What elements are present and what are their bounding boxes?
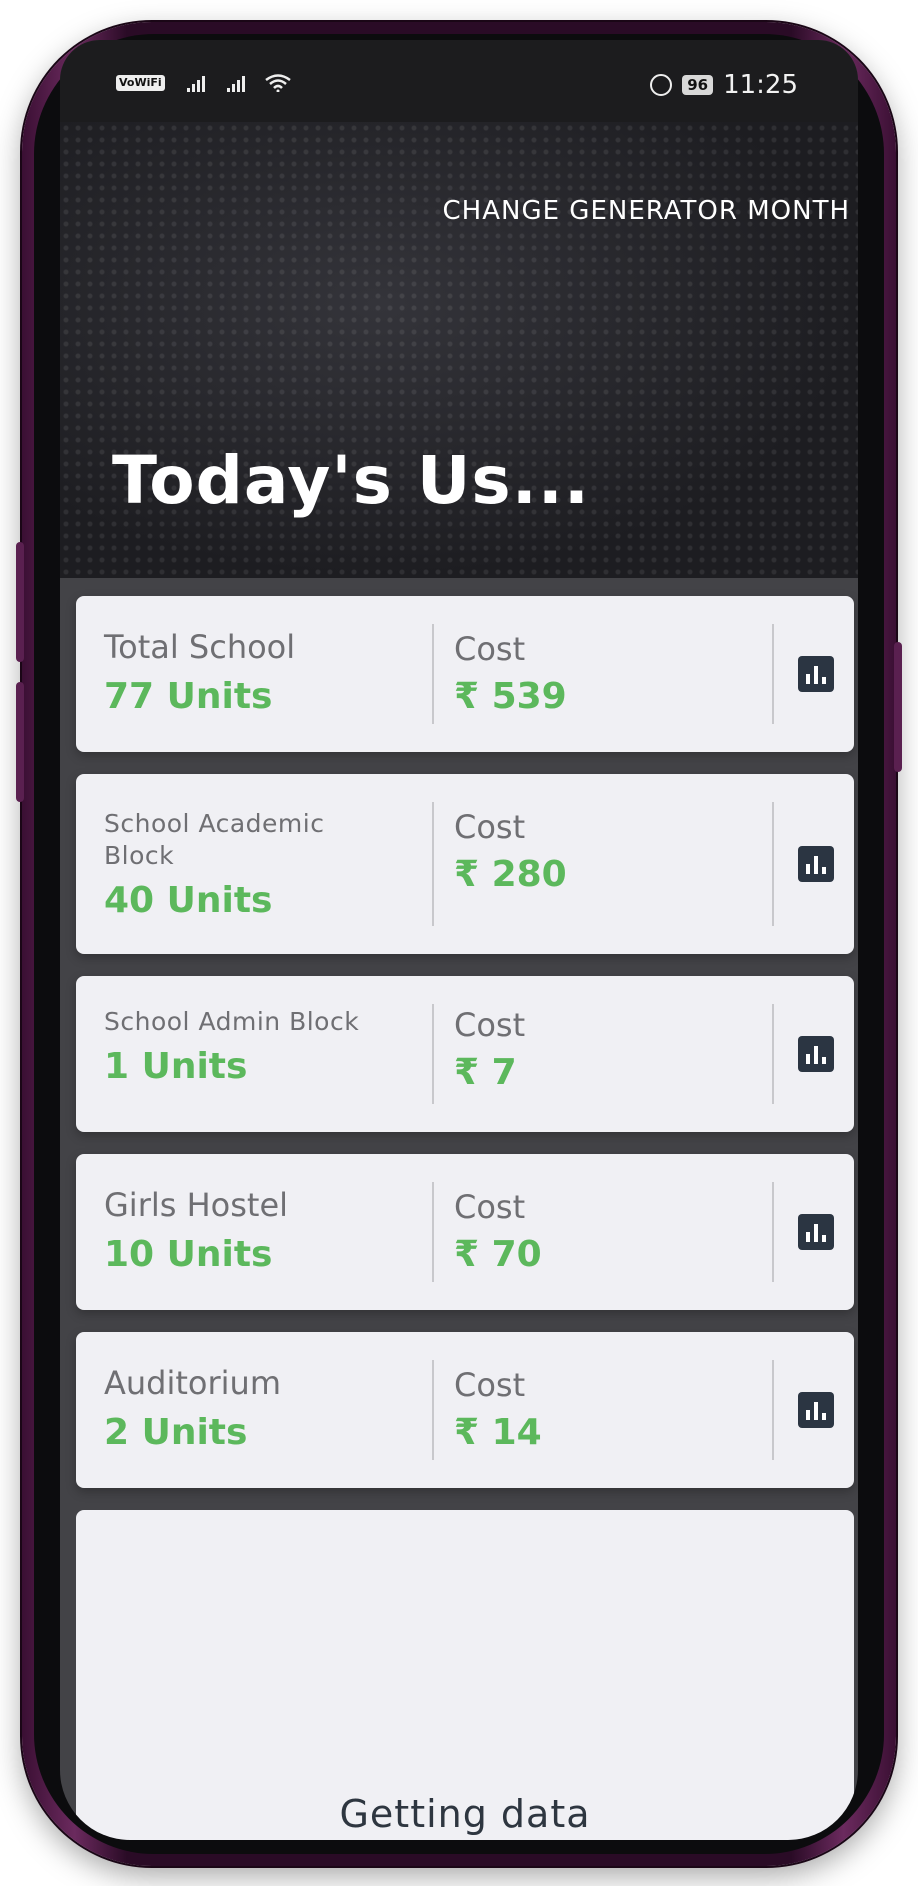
divider bbox=[772, 624, 774, 724]
usage-card[interactable]: Auditorium 2 Units Cost ₹ 14 bbox=[76, 1332, 854, 1488]
signal-icon bbox=[186, 74, 205, 92]
cost-value: ₹ 14 bbox=[454, 1412, 542, 1453]
bar-chart-icon[interactable] bbox=[798, 1036, 834, 1072]
divider bbox=[772, 1360, 774, 1460]
block-name: School Admin Block bbox=[104, 1007, 360, 1036]
block-name: Girls Hostel bbox=[104, 1186, 289, 1224]
cost-value: ₹ 7 bbox=[454, 1052, 517, 1093]
cost-value: ₹ 70 bbox=[454, 1234, 542, 1275]
usage-card[interactable]: Girls Hostel 10 Units Cost ₹ 70 bbox=[76, 1154, 854, 1310]
cost-label: Cost bbox=[454, 1188, 526, 1226]
block-name: School Academic Block bbox=[104, 809, 325, 870]
status-bar: VoWiFi 96 11:25 bbox=[60, 40, 858, 122]
bar-chart-icon[interactable] bbox=[798, 1392, 834, 1428]
volume-button-down bbox=[16, 682, 24, 802]
clock: 11:25 bbox=[723, 70, 798, 100]
units-value: 77 Units bbox=[104, 676, 273, 717]
divider bbox=[432, 1004, 434, 1104]
cost-label: Cost bbox=[454, 1006, 526, 1044]
volume-button-up bbox=[16, 542, 24, 662]
screen: VoWiFi 96 11:25 CHANGE GENERATOR MONTH T… bbox=[60, 40, 858, 1840]
divider bbox=[432, 802, 434, 926]
units-value: 2 Units bbox=[104, 1412, 248, 1453]
page-title: Today's Us... bbox=[112, 442, 590, 519]
card-left: School Admin Block 1 Units bbox=[104, 976, 424, 1132]
status-right: 96 11:25 bbox=[650, 70, 798, 100]
divider bbox=[772, 1182, 774, 1282]
block-name: Total School bbox=[104, 628, 296, 666]
vowifi-badge: VoWiFi bbox=[116, 75, 165, 91]
cost-label: Cost bbox=[454, 808, 526, 846]
power-button bbox=[894, 642, 902, 772]
loading-panel: Getting data bbox=[76, 1510, 854, 1840]
status-left: VoWiFi bbox=[116, 74, 291, 92]
cost-value: ₹ 539 bbox=[454, 676, 567, 717]
card-left: Auditorium 2 Units bbox=[104, 1332, 424, 1488]
loading-text: Getting data bbox=[339, 1792, 591, 1836]
bar-chart-icon[interactable] bbox=[798, 1214, 834, 1250]
units-value: 40 Units bbox=[104, 880, 273, 921]
signal-icon-2 bbox=[226, 74, 245, 92]
divider bbox=[432, 1360, 434, 1460]
units-value: 1 Units bbox=[104, 1046, 248, 1087]
cost-value: ₹ 280 bbox=[454, 854, 567, 895]
usage-card[interactable]: Total School 77 Units Cost ₹ 539 bbox=[76, 596, 854, 752]
bar-chart-icon[interactable] bbox=[798, 846, 834, 882]
cost-label: Cost bbox=[454, 630, 526, 668]
usage-card[interactable]: School Admin Block 1 Units Cost ₹ 7 bbox=[76, 976, 854, 1132]
header: CHANGE GENERATOR MONTH Today's Us... bbox=[60, 122, 858, 578]
wifi-icon bbox=[264, 74, 291, 92]
block-name: Auditorium bbox=[104, 1364, 281, 1402]
divider bbox=[772, 802, 774, 926]
divider bbox=[772, 1004, 774, 1104]
bar-chart-icon[interactable] bbox=[798, 656, 834, 692]
divider bbox=[432, 1182, 434, 1282]
card-left: Girls Hostel 10 Units bbox=[104, 1154, 424, 1310]
change-generator-month-button[interactable]: CHANGE GENERATOR MONTH bbox=[443, 196, 850, 226]
usage-card[interactable]: School Academic Block 40 Units Cost ₹ 28… bbox=[76, 774, 854, 954]
alarm-icon bbox=[650, 74, 673, 96]
card-left: School Academic Block 40 Units bbox=[104, 774, 424, 954]
battery-indicator: 96 bbox=[682, 75, 714, 95]
divider bbox=[432, 624, 434, 724]
cost-label: Cost bbox=[454, 1366, 526, 1404]
card-left: Total School 77 Units bbox=[104, 596, 424, 752]
units-value: 10 Units bbox=[104, 1234, 273, 1275]
